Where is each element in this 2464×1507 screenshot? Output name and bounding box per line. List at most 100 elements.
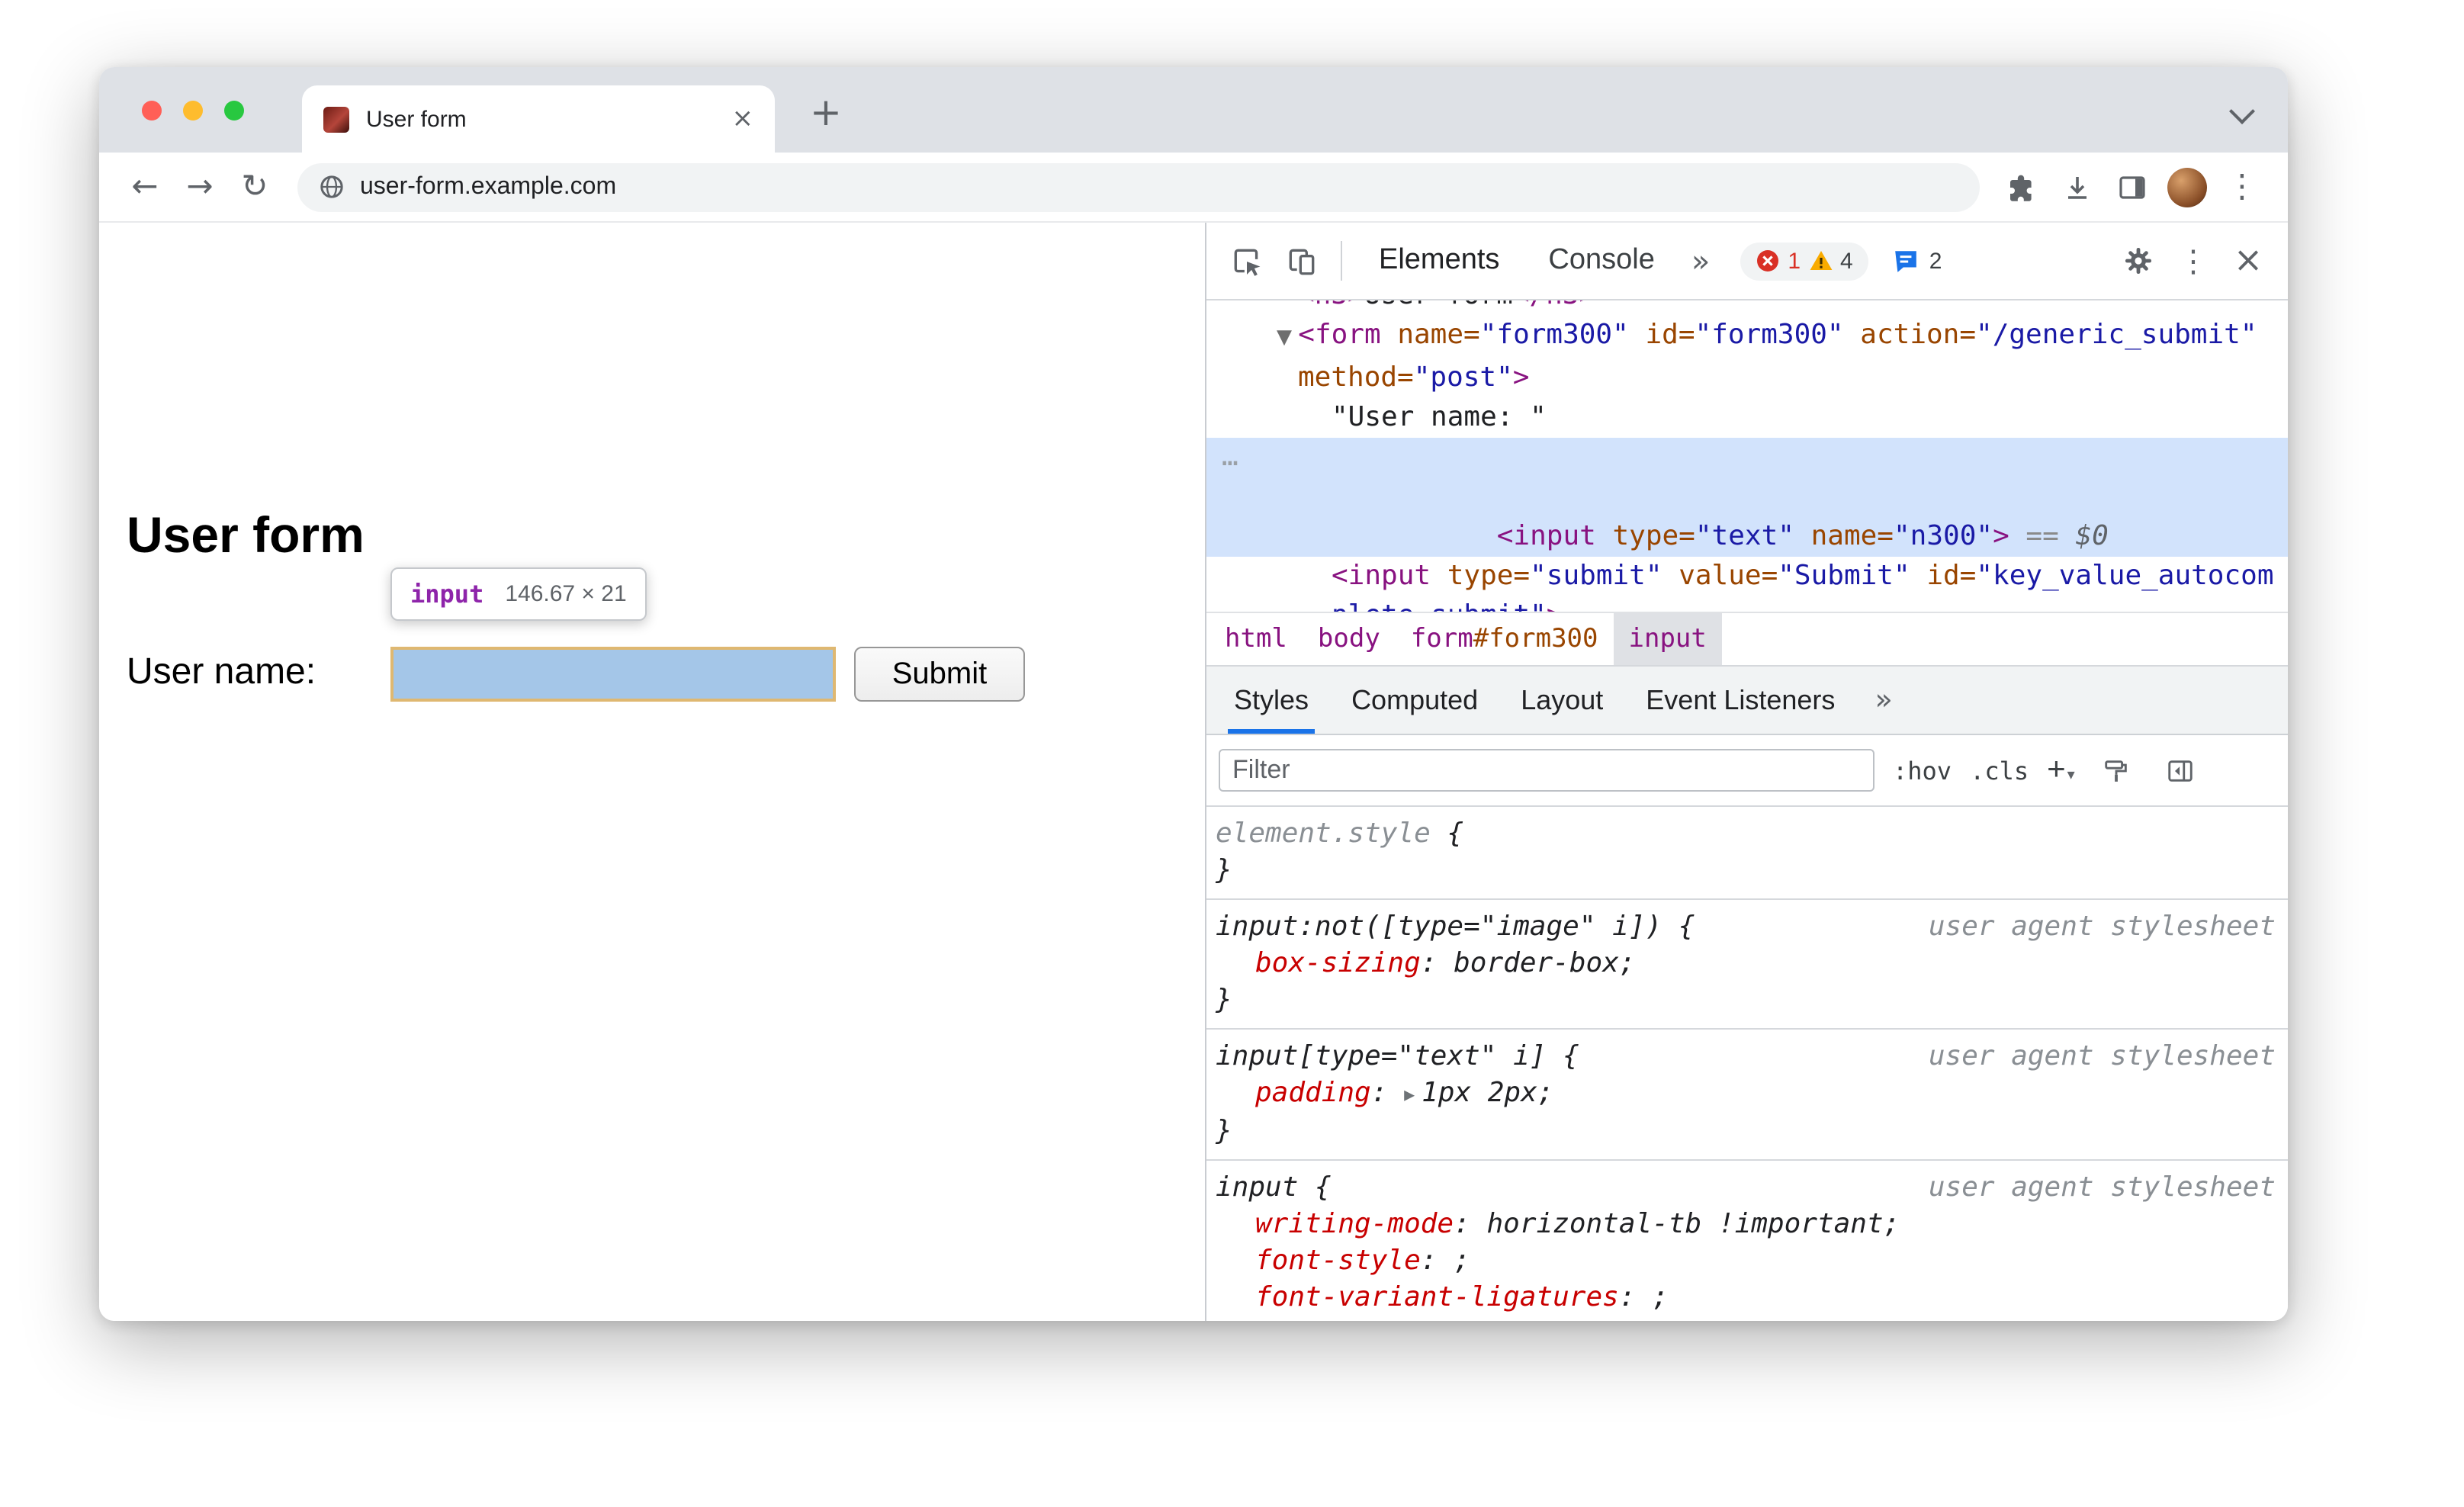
inspect-element-button[interactable] xyxy=(1219,233,1274,288)
dom-line-h3-clipped[interactable]: <h3>User form</h3> xyxy=(1206,300,2288,316)
username-input[interactable] xyxy=(390,647,836,702)
toggle-class-button[interactable]: .cls xyxy=(1970,756,2029,785)
browser-tab[interactable]: User form × xyxy=(302,85,775,153)
breadcrumb-body[interactable]: body xyxy=(1303,613,1396,665)
browser-menu-button[interactable]: ⋮ xyxy=(2215,159,2270,214)
profile-avatar[interactable] xyxy=(2160,159,2215,214)
toggle-sidebar-icon[interactable] xyxy=(2157,747,2203,793)
code-token: "form300" xyxy=(1695,319,1844,351)
side-panel-button[interactable] xyxy=(2105,159,2160,214)
breadcrumb-html[interactable]: html xyxy=(1210,613,1303,665)
code-token: > xyxy=(1993,520,2009,552)
code-token: <input xyxy=(1332,560,1431,592)
style-selector-line[interactable]: element.style { xyxy=(1216,816,2276,853)
style-property[interactable]: padding: ▸ 1px 2px; xyxy=(1216,1075,2276,1113)
style-property[interactable]: font-variant-ligatures: ; xyxy=(1216,1280,2276,1316)
style-property[interactable]: font-variant-caps: ; xyxy=(1216,1316,2276,1321)
expand-value-icon[interactable]: ▸ xyxy=(1404,1083,1422,1107)
styles-pane: element.style { } user agent stylesheet i… xyxy=(1206,807,2288,1321)
dom-line-input-submit-2[interactable]: plete_submit"> xyxy=(1206,596,2288,612)
devtools-panel: Elements Console » 1 4 2 ⋮ × ▼ <form nam… xyxy=(1205,223,2288,1321)
code-token: ▼ xyxy=(1277,326,1299,349)
tab-search-chevron-icon[interactable] xyxy=(2229,98,2255,124)
code-token: "Submit" xyxy=(1778,560,1910,592)
reload-button[interactable]: ↻ xyxy=(227,159,282,214)
code-token: "post" xyxy=(1413,361,1513,394)
code-token: method= xyxy=(1298,361,1414,394)
style-property[interactable]: font-style: ; xyxy=(1216,1243,2276,1280)
console-status-badges[interactable]: 1 4 xyxy=(1740,242,1868,280)
tab-styles[interactable]: Styles xyxy=(1213,667,1330,734)
device-toolbar-button[interactable] xyxy=(1274,233,1328,288)
more-tabs-button[interactable]: » xyxy=(1679,243,1723,279)
settings-gear-icon[interactable] xyxy=(2111,233,2166,288)
avatar-image xyxy=(2167,167,2207,207)
code-token: == xyxy=(2009,520,2076,552)
code-token: "n300" xyxy=(1894,520,1993,552)
new-tab-button[interactable]: + xyxy=(810,93,842,131)
dom-line-input-submit-1[interactable]: <input type="submit" value="Submit" id="… xyxy=(1206,557,2288,596)
devtools-toolbar: Elements Console » 1 4 2 ⋮ × xyxy=(1206,223,2288,300)
code-token: > xyxy=(1547,599,1563,612)
code-token: User form xyxy=(1364,300,1513,311)
code-token: type= xyxy=(1431,560,1531,592)
code-token: $0 xyxy=(2075,520,2109,552)
breadcrumb-form[interactable]: form#form300 xyxy=(1396,613,1614,665)
devtools-menu-button[interactable]: ⋮ xyxy=(2166,233,2221,288)
style-rule-input: user agent stylesheet input { writing-mod… xyxy=(1206,1161,2288,1321)
tab-event-listeners[interactable]: Event Listeners xyxy=(1624,667,1856,734)
style-selector-line[interactable]: user agent stylesheet input:not([type="im… xyxy=(1216,909,2276,946)
devtools-close-button[interactable]: × xyxy=(2221,233,2276,288)
back-button[interactable]: ← xyxy=(117,159,172,214)
downloads-button[interactable] xyxy=(2050,159,2105,214)
close-window-button[interactable] xyxy=(142,101,162,120)
style-property[interactable]: box-sizing: border-box; xyxy=(1216,946,2276,982)
breadcrumb-input[interactable]: input xyxy=(1613,613,1722,665)
close-tab-icon[interactable]: × xyxy=(732,105,754,132)
caret-down-icon: ▾ xyxy=(2067,767,2075,784)
forward-button[interactable]: → xyxy=(172,159,227,214)
tab-elements[interactable]: Elements xyxy=(1354,223,1524,299)
zoom-window-button[interactable] xyxy=(224,101,244,120)
style-property[interactable]: writing-mode: horizontal-tb !important; xyxy=(1216,1207,2276,1243)
tab-console[interactable]: Console xyxy=(1524,223,1679,299)
style-selector-line[interactable]: user agent stylesheet input[type="text" i… xyxy=(1216,1039,2276,1075)
style-selector-line[interactable]: user agent stylesheet input { xyxy=(1216,1170,2276,1207)
username-label: User name: xyxy=(127,651,316,692)
stylesheet-origin: user agent stylesheet xyxy=(1928,911,2276,943)
dom-line-form-attrs[interactable]: method="post"> xyxy=(1206,358,2288,398)
dom-line-text-node[interactable]: "User name: " xyxy=(1206,398,2288,438)
code-token: #form300 xyxy=(1473,624,1598,654)
tooltip-tag-name: input xyxy=(410,580,484,609)
tab-layout[interactable]: Layout xyxy=(1499,667,1624,734)
dom-line-input-text-selected[interactable]: … <input type="text" name="n300"> == $0 xyxy=(1206,438,2288,557)
page-heading: User form xyxy=(127,506,365,563)
issues-count: 2 xyxy=(1929,248,1942,274)
browser-window: User form × + ← → ↻ user-form.example.co… xyxy=(99,67,2288,1321)
code-token: </h3> xyxy=(1513,300,1595,311)
code-token: "text" xyxy=(1695,520,1794,552)
screen: User form × + ← → ↻ user-form.example.co… xyxy=(0,0,2464,1507)
issues-bubble-icon xyxy=(1893,248,1919,274)
styles-filter-bar: :hov .cls + ▾ xyxy=(1206,735,2288,807)
close-brace: } xyxy=(1216,854,1232,886)
error-count: 1 xyxy=(1788,248,1801,274)
tab-computed[interactable]: Computed xyxy=(1330,667,1499,734)
submit-button[interactable]: Submit xyxy=(854,647,1025,702)
more-panes-button[interactable]: » xyxy=(1856,667,1910,734)
issues-button[interactable]: 2 xyxy=(1893,248,1942,274)
styles-filter-input[interactable] xyxy=(1219,749,1875,792)
new-style-rule-button[interactable]: + ▾ xyxy=(2047,752,2075,789)
rendering-emulation-icon[interactable] xyxy=(2093,747,2139,793)
address-bar[interactable]: user-form.example.com xyxy=(297,162,1980,211)
code-token: type= xyxy=(1595,520,1695,552)
stylesheet-origin: user agent stylesheet xyxy=(1928,1040,2276,1072)
dom-row-gutter-ellipsis[interactable]: … xyxy=(1222,438,1238,477)
sidebar-pane-tabs: Styles Computed Layout Event Listeners » xyxy=(1206,667,2288,735)
dom-line-form-open[interactable]: ▼ <form name="form300" id="form300" acti… xyxy=(1206,316,2288,358)
minimize-window-button[interactable] xyxy=(183,101,203,120)
extensions-button[interactable] xyxy=(1995,159,2050,214)
toggle-hover-state-button[interactable]: :hov xyxy=(1893,756,1952,785)
url-text: user-form.example.com xyxy=(360,173,617,199)
code-token: <input xyxy=(1496,520,1596,552)
